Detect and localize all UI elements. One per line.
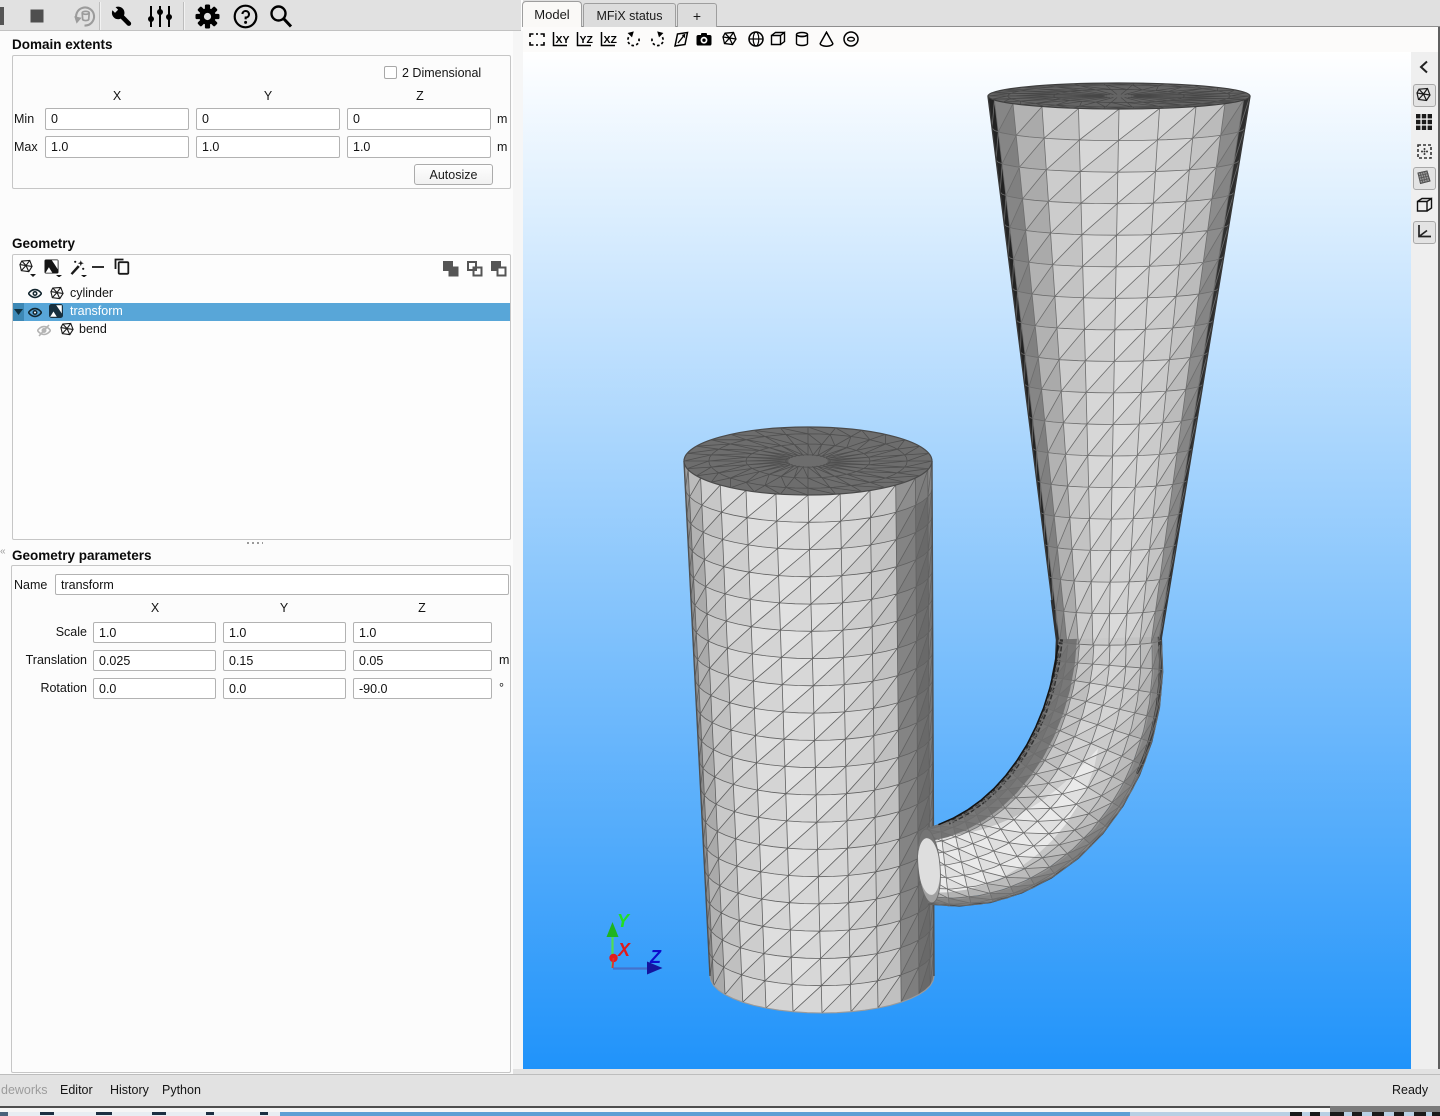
svg-text:YZ: YZ [580,34,594,46]
svg-text:Y: Y [617,911,631,931]
svg-text:XY: XY [556,34,570,46]
svg-text:Z: Z [649,947,662,967]
svg-text:X: X [617,940,631,960]
svg-text:XZ: XZ [604,34,618,46]
